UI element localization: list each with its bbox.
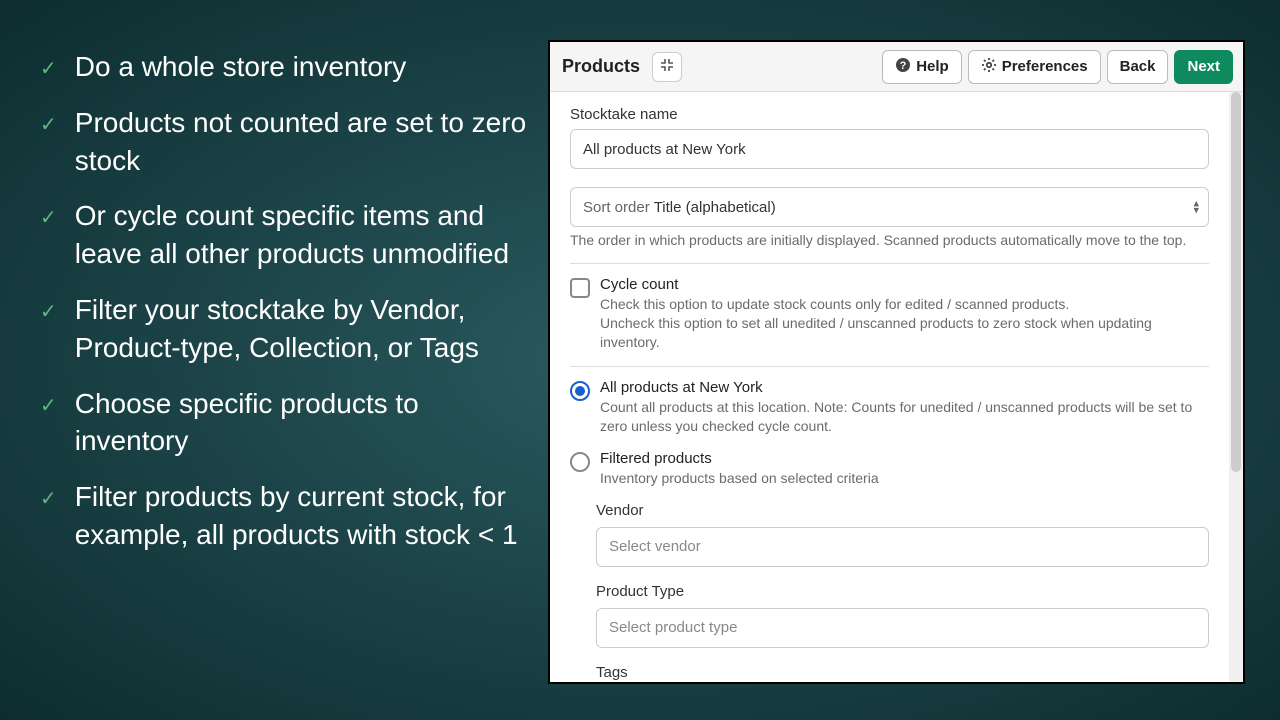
check-icon: ✓: [40, 56, 57, 81]
check-icon: ✓: [40, 205, 57, 230]
help-icon: ?: [895, 57, 911, 77]
next-button[interactable]: Next: [1174, 50, 1233, 84]
bullet-item: ✓ Choose specific products to inventory: [40, 385, 540, 461]
filtered-products-desc: Inventory products based on selected cri…: [600, 469, 1209, 488]
next-label: Next: [1187, 58, 1220, 75]
filter-section: Vendor Select vendor Product Type Select…: [570, 502, 1209, 681]
chevron-updown-icon: ▴▾: [1193, 200, 1199, 213]
product-type-select[interactable]: Select product type: [596, 608, 1209, 648]
divider: [570, 366, 1209, 367]
tags-label: Tags: [596, 664, 1209, 681]
bullet-text: Or cycle count specific items and leave …: [75, 197, 540, 273]
preferences-button[interactable]: Preferences: [968, 50, 1101, 84]
cycle-count-option[interactable]: Cycle count Check this option to update …: [570, 276, 1209, 352]
check-icon: ✓: [40, 112, 57, 137]
cycle-count-title: Cycle count: [600, 276, 1209, 293]
check-icon: ✓: [40, 299, 57, 324]
slide-bullet-list: ✓ Do a whole store inventory ✓ Products …: [40, 48, 540, 572]
sort-order-prefix: Sort order: [583, 199, 650, 216]
stocktake-name-input[interactable]: [570, 129, 1209, 169]
gear-icon: [981, 57, 997, 77]
cycle-count-desc: Check this option to update stock counts…: [600, 295, 1209, 352]
preferences-label: Preferences: [1002, 58, 1088, 75]
check-icon: ✓: [40, 486, 57, 511]
stocktake-name-label: Stocktake name: [570, 106, 1209, 123]
back-label: Back: [1120, 58, 1156, 75]
all-products-title: All products at New York: [600, 379, 1209, 396]
help-button[interactable]: ? Help: [882, 50, 962, 84]
sort-order-select[interactable]: Sort order Title (alphabetical) ▴▾: [570, 187, 1209, 227]
app-window: Products ? Help Preferences Back Next: [548, 40, 1245, 684]
bullet-text: Choose specific products to inventory: [75, 385, 540, 461]
form-body: Stocktake name Sort order Title (alphabe…: [550, 92, 1243, 682]
page-title: Products: [562, 56, 640, 77]
vendor-select[interactable]: Select vendor: [596, 527, 1209, 567]
bullet-item: ✓ Filter products by current stock, for …: [40, 478, 540, 554]
svg-text:?: ?: [900, 60, 907, 72]
all-products-radio[interactable]: [570, 381, 590, 401]
collapse-button[interactable]: [652, 52, 682, 82]
help-label: Help: [916, 58, 949, 75]
check-icon: ✓: [40, 393, 57, 418]
bullet-item: ✓ Do a whole store inventory: [40, 48, 540, 86]
bullet-item: ✓ Or cycle count specific items and leav…: [40, 197, 540, 273]
product-type-label: Product Type: [596, 583, 1209, 600]
bullet-text: Do a whole store inventory: [75, 48, 407, 86]
bullet-text: Filter products by current stock, for ex…: [75, 478, 540, 554]
vendor-label: Vendor: [596, 502, 1209, 519]
app-header: Products ? Help Preferences Back Next: [550, 42, 1243, 92]
filtered-products-title: Filtered products: [600, 450, 1209, 467]
divider: [570, 263, 1209, 264]
sort-order-value: Title (alphabetical): [654, 199, 776, 216]
back-button[interactable]: Back: [1107, 50, 1169, 84]
sort-order-helper: The order in which products are initiall…: [570, 231, 1209, 249]
collapse-icon: [660, 58, 674, 75]
cycle-count-checkbox[interactable]: [570, 278, 590, 298]
all-products-option[interactable]: All products at New York Count all produ…: [570, 379, 1209, 436]
filtered-products-radio[interactable]: [570, 452, 590, 472]
vendor-placeholder: Select vendor: [609, 538, 701, 555]
bullet-text: Products not counted are set to zero sto…: [75, 104, 540, 180]
all-products-desc: Count all products at this location. Not…: [600, 398, 1209, 436]
product-type-placeholder: Select product type: [609, 619, 737, 636]
bullet-item: ✓ Filter your stocktake by Vendor, Produ…: [40, 291, 540, 367]
bullet-text: Filter your stocktake by Vendor, Product…: [75, 291, 540, 367]
filtered-products-option[interactable]: Filtered products Inventory products bas…: [570, 450, 1209, 488]
bullet-item: ✓ Products not counted are set to zero s…: [40, 104, 540, 180]
